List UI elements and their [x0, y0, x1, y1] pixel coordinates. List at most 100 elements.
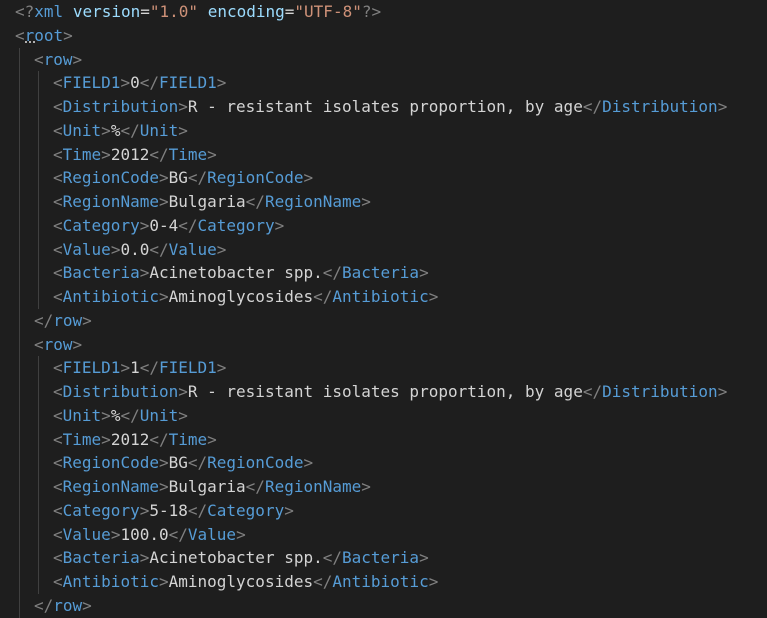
tag-open-bracket: <: [53, 239, 63, 259]
tag-close-bracket: >: [158, 572, 169, 591]
tag-close-bracket: >: [178, 405, 188, 425]
field-line-regionname[interactable]: <RegionName>Bulgaria</RegionName>: [53, 475, 371, 499]
tag-open-bracket: <: [53, 405, 63, 425]
field-end-tag-name: RegionCode: [207, 168, 304, 188]
end-tag-open-bracket: </: [178, 215, 198, 235]
end-tag-open-bracket: </: [149, 239, 169, 259]
field-end-tag-name: Time: [168, 144, 208, 164]
field-end-tag-name: RegionName: [264, 192, 362, 211]
field-value: 0-4: [149, 215, 179, 235]
field-value: 1: [130, 358, 140, 378]
row-close-line[interactable]: </row>: [34, 309, 92, 333]
field-value: R - resistant isolates proportion, by ag…: [187, 382, 583, 401]
tag-close-bracket: >: [216, 73, 227, 93]
field-tag-name: Value: [62, 239, 111, 259]
field-line-bacteria[interactable]: <Bacteria>Acinetobacter spp.</Bacteria>: [53, 261, 429, 285]
tag-open-bracket: <: [53, 97, 63, 116]
decl-close-punct: ?>: [361, 2, 382, 21]
indent-guide-row-1: [38, 71, 39, 309]
field-tag-name: RegionCode: [62, 453, 159, 473]
tag-close-bracket: >: [158, 192, 169, 211]
field-tag-name: FIELD1: [62, 358, 121, 378]
end-tag-open-bracket: </: [582, 382, 603, 401]
field-tag-name: RegionName: [62, 477, 159, 496]
field-line-time[interactable]: <Time>2012</Time>: [53, 143, 217, 167]
field-end-tag-name: Category: [207, 500, 285, 520]
decl-encoding-attr: encoding: [207, 2, 285, 21]
field-line-time[interactable]: <Time>2012</Time>: [53, 428, 217, 452]
decl-name: xml: [34, 2, 64, 21]
tag-close-bracket: >: [101, 120, 111, 140]
field-line-unit[interactable]: <Unit>%</Unit>: [53, 119, 188, 143]
decl-open-punct: <?: [15, 2, 35, 21]
field-value: Acinetobacter spp.: [149, 548, 323, 568]
field-line-value[interactable]: <Value>100.0</Value>: [53, 523, 246, 547]
field-line-regioncode[interactable]: <RegionCode>BG</RegionCode>: [53, 451, 313, 475]
code-editor[interactable]: <?xml version="1.0" encoding="UTF-8"?> <r…: [0, 0, 767, 618]
row-open-line[interactable]: <row>: [34, 333, 82, 357]
field-line-bacteria[interactable]: <Bacteria>Acinetobacter spp.</Bacteria>: [53, 546, 429, 570]
tag-close-bracket: >: [139, 500, 150, 520]
field-line-distribution[interactable]: <Distribution>R - resistant isolates pro…: [53, 380, 727, 404]
field-line-antibiotic[interactable]: <Antibiotic>Aminoglycosides</Antibiotic>: [53, 285, 438, 309]
field-value: R - resistant isolates proportion, by ag…: [187, 97, 583, 116]
decl-version-value: "1.0": [149, 2, 199, 21]
tag-open-bracket: <: [53, 429, 63, 449]
field-line-field1[interactable]: <FIELD1>1</FIELD1>: [53, 356, 226, 380]
tag-close-bracket: >: [110, 524, 121, 544]
tag-open-bracket: <: [53, 524, 63, 544]
end-tag-open-bracket: </: [187, 168, 208, 188]
tag-open-bracket: <: [53, 287, 63, 306]
field-line-field1[interactable]: <FIELD1>0</FIELD1>: [53, 71, 226, 95]
tag-close-bracket: >: [158, 287, 169, 306]
tag-close-bracket: >: [428, 572, 439, 591]
end-tag-open-bracket: </: [149, 144, 169, 164]
field-line-regioncode[interactable]: <RegionCode>BG</RegionCode>: [53, 166, 313, 190]
end-tag-open-bracket: </: [313, 572, 333, 591]
root-open-line[interactable]: <root>: [15, 24, 73, 48]
tag-open-bracket: <: [53, 548, 63, 568]
field-line-distribution[interactable]: <Distribution>R - resistant isolates pro…: [53, 95, 727, 119]
end-tag-open-bracket: </: [168, 524, 188, 544]
field-end-tag-name: RegionCode: [207, 453, 304, 473]
tag-close-bracket: >: [82, 310, 92, 330]
tag-open-bracket: <: [53, 168, 63, 188]
tag-close-bracket: >: [274, 215, 285, 235]
tag-close-bracket: >: [419, 548, 429, 568]
field-line-antibiotic[interactable]: <Antibiotic>Aminoglycosides</Antibiotic>: [53, 570, 438, 594]
end-tag-open-bracket: </: [322, 548, 342, 568]
end-tag-open-bracket: </: [245, 192, 265, 211]
field-value: BG: [168, 453, 188, 473]
field-line-category[interactable]: <Category>5-18</Category>: [53, 499, 294, 523]
tag-close-bracket: >: [717, 382, 728, 401]
field-end-tag-name: FIELD1: [158, 358, 217, 378]
tag-close-bracket: >: [178, 120, 188, 140]
field-line-unit[interactable]: <Unit>%</Unit>: [53, 404, 188, 428]
field-value: Aminoglycosides: [168, 287, 314, 306]
tag-open-bracket: <: [53, 382, 63, 401]
tag-close-bracket: >: [303, 453, 314, 473]
field-line-value[interactable]: <Value>0.0</Value>: [53, 238, 226, 262]
field-value: %: [110, 405, 121, 425]
end-tag-open-bracket: </: [313, 287, 333, 306]
xml-declaration-line[interactable]: <?xml version="1.0" encoding="UTF-8"?>: [15, 0, 381, 24]
field-end-tag-name: Bacteria: [342, 548, 420, 568]
field-line-category[interactable]: <Category>0-4</Category>: [53, 214, 284, 238]
tag-close-bracket: >: [178, 97, 188, 116]
field-tag-name: Antibiotic: [62, 572, 159, 591]
row-open-line[interactable]: <row>: [34, 48, 82, 72]
tag-close-bracket: >: [361, 192, 371, 211]
field-tag-name: Unit: [62, 405, 102, 425]
field-tag-name: Value: [62, 524, 111, 544]
field-end-tag-name: Value: [168, 239, 217, 259]
row-close-line[interactable]: </row>: [34, 594, 92, 618]
end-tag-open-bracket: </: [120, 120, 140, 140]
field-line-regionname[interactable]: <RegionName>Bulgaria</RegionName>: [53, 190, 371, 214]
tag-close-bracket: >: [158, 477, 169, 496]
tag-open-bracket: <: [34, 334, 44, 354]
field-tag-name: RegionCode: [62, 168, 159, 188]
tag-open-bracket: <: [53, 144, 63, 164]
field-end-tag-name: Category: [197, 215, 275, 235]
tag-open-bracket: <: [34, 49, 44, 69]
tag-close-bracket: >: [216, 358, 227, 378]
